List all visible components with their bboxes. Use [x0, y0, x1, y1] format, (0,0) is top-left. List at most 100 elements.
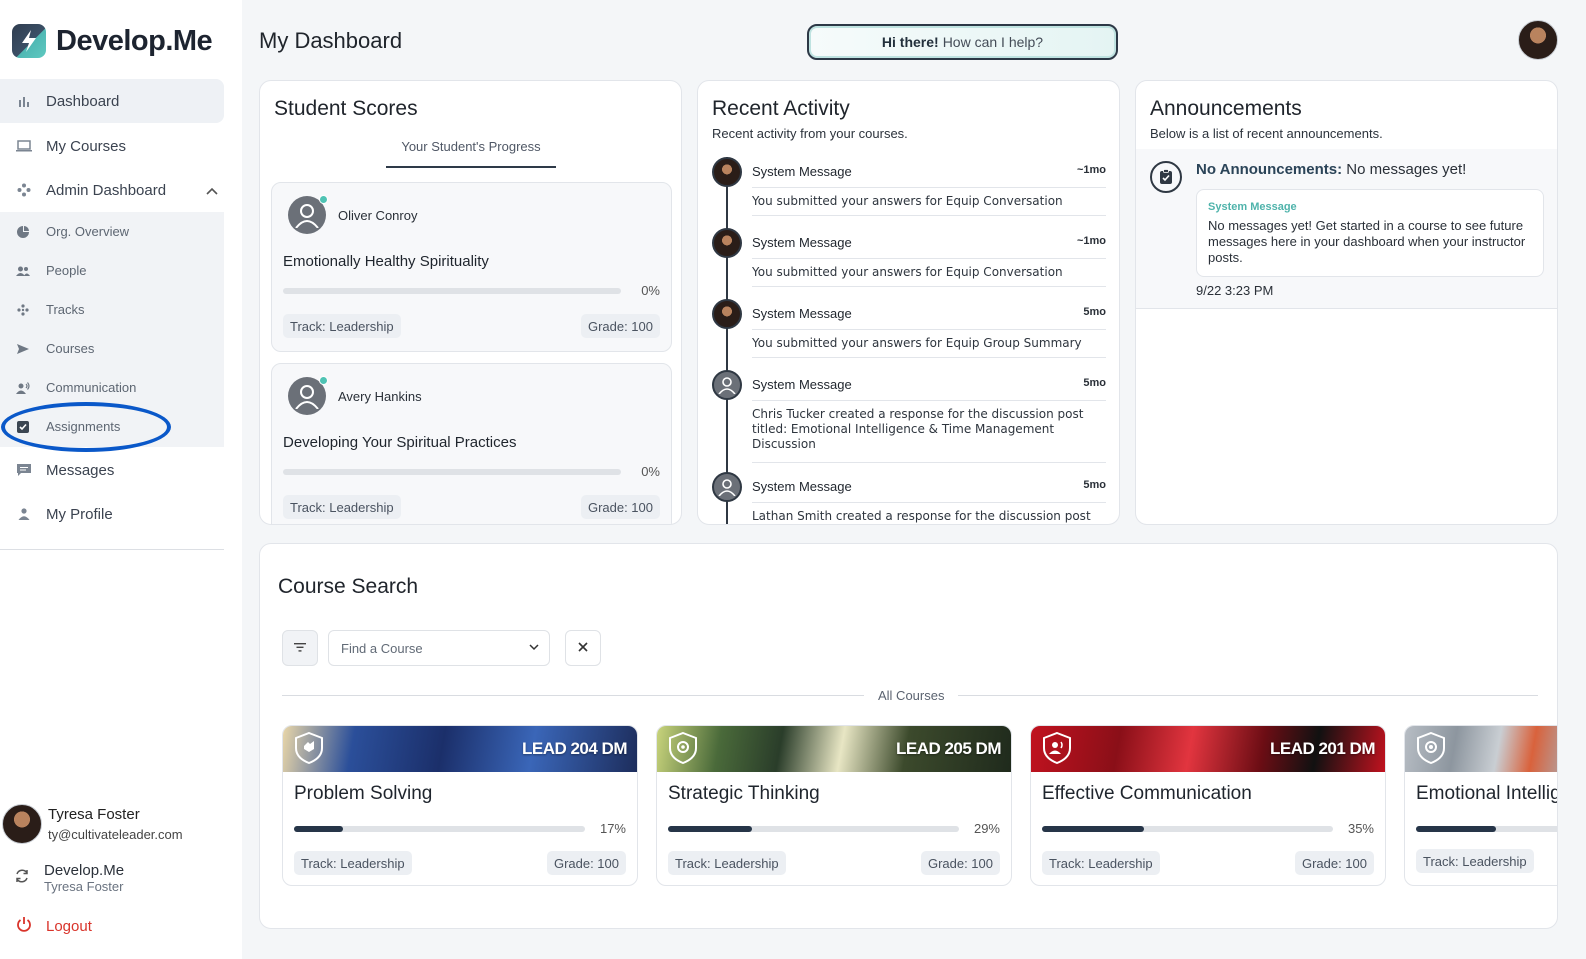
- progress-percent: 0%: [641, 464, 660, 479]
- sidebar-item-label: Messages: [46, 461, 115, 479]
- sidebar-item-org-overview[interactable]: Org. Overview: [0, 212, 224, 251]
- activity-text: You submitted your answers for Equip Con…: [752, 265, 1063, 279]
- student-name: Oliver Conroy: [338, 208, 418, 223]
- course-card[interactable]: LEAD 205 DM Strategic Thinking 29% Track…: [656, 725, 1012, 886]
- student-scores-card: Student Scores Your Student's Progress O…: [259, 80, 682, 525]
- card-title: Course Search: [278, 575, 419, 598]
- course-title: Emotional Intellige: [1416, 783, 1558, 804]
- sidebar-item-my-profile[interactable]: My Profile: [0, 492, 224, 536]
- help-assistant-button[interactable]: Hi there! How can I help?: [807, 24, 1118, 60]
- shield-badge-icon: [669, 731, 697, 765]
- sidebar-item-admin-dashboard[interactable]: Admin Dashboard: [0, 168, 224, 212]
- track-badge: Track: Leadership: [294, 851, 412, 875]
- divider: [752, 258, 1106, 259]
- help-greeting: Hi there!: [881, 34, 939, 50]
- find-course-select[interactable]: Find a Course: [328, 630, 550, 666]
- divider: [752, 286, 1106, 287]
- avatar: [712, 299, 742, 329]
- divider: [752, 215, 1106, 216]
- avatar: [288, 376, 328, 415]
- lightning-logo-icon: [12, 24, 46, 58]
- power-icon: [16, 916, 32, 936]
- activity-time: 5mo: [1083, 306, 1106, 318]
- student-card[interactable]: Avery Hankins Developing Your Spiritual …: [271, 363, 672, 524]
- people-icon: [16, 264, 30, 278]
- progress-fill: [668, 826, 753, 832]
- shield-badge-icon: [1043, 731, 1071, 765]
- sidebar: Develop.Me Dashboard My Courses Admin Da…: [0, 0, 242, 959]
- person-icon: [16, 506, 32, 522]
- brand-name: Develop.Me: [56, 24, 213, 57]
- divider: [752, 502, 1106, 503]
- course-card[interactable]: LEAD 204 DM Problem Solving 17% Track: L…: [282, 725, 638, 886]
- org-switcher[interactable]: Develop.Me Tyresa Foster: [14, 862, 124, 894]
- activity-sender: System Message: [752, 164, 852, 179]
- filter-button[interactable]: [282, 630, 318, 666]
- course-code: LEAD 204 DM: [521, 739, 628, 758]
- course-card[interactable]: Emotional Intellige Track: Leadership: [1404, 725, 1558, 886]
- track-badge: Track: Leadership: [1042, 851, 1160, 875]
- brand-logo[interactable]: Develop.Me: [12, 24, 213, 58]
- sidebar-item-messages[interactable]: Messages: [0, 448, 224, 492]
- sidebar-item-courses[interactable]: Courses: [0, 329, 224, 368]
- announcement-date: 9/22 3:23 PM: [1196, 283, 1274, 298]
- activity-text: You submitted your answers for Equip Gro…: [752, 336, 1082, 350]
- filter-icon: [294, 639, 306, 657]
- org-user: Tyresa Foster: [44, 879, 124, 894]
- logout-button[interactable]: Logout: [16, 916, 92, 936]
- course-search-card: Course Search Find a Course All Courses …: [259, 543, 1558, 929]
- activity-time: ~1mo: [1076, 235, 1106, 247]
- progress-bar: [294, 826, 585, 832]
- activity-text: Chris Tucker created a response for the …: [752, 407, 1084, 451]
- divider: [752, 400, 1106, 401]
- grade-badge: Grade: 100: [546, 851, 626, 875]
- progress-bar: [283, 288, 621, 294]
- chevron-down-icon: [529, 640, 539, 654]
- student-card[interactable]: Oliver Conroy Emotionally Healthy Spirit…: [271, 182, 672, 352]
- activity-time: 5mo: [1083, 377, 1106, 389]
- laptop-icon: [16, 138, 32, 154]
- close-icon: [578, 639, 588, 657]
- sidebar-item-communication[interactable]: Communication: [0, 368, 224, 407]
- clear-search-button[interactable]: [565, 630, 601, 666]
- sidebar-item-tracks[interactable]: Tracks: [0, 290, 224, 329]
- tracks-icon: [16, 303, 30, 317]
- sidebar-item-my-courses[interactable]: My Courses: [0, 124, 224, 168]
- announcement-message: System Message No messages yet! Get star…: [1196, 189, 1544, 277]
- grade-badge: Grade: 100: [580, 314, 660, 338]
- sidebar-item-dashboard[interactable]: Dashboard: [0, 79, 224, 123]
- sidebar-item-label: Dashboard: [46, 92, 120, 110]
- activity-time: ~1mo: [1076, 164, 1106, 176]
- progress-fill: [1042, 826, 1144, 832]
- track-badge: Track: Leadership: [283, 314, 401, 338]
- progress-fill: [294, 826, 344, 832]
- course-card[interactable]: LEAD 201 DM Effective Communication 35% …: [1030, 725, 1386, 886]
- announcement-heading: No Announcements: No messages yet!: [1196, 161, 1466, 178]
- progress-bar: [283, 469, 621, 475]
- grade-badge: Grade: 100: [1294, 851, 1374, 875]
- activity-text: You submitted your answers for Equip Con…: [752, 194, 1063, 208]
- divider: [752, 357, 1106, 358]
- progress-percent: 0%: [641, 283, 660, 298]
- divider: [752, 187, 1106, 188]
- sidebar-item-label: Communication: [46, 380, 137, 395]
- progress-percent: 29%: [973, 821, 1000, 836]
- message-icon: [16, 462, 32, 478]
- chevron-up-icon[interactable]: [206, 182, 218, 199]
- student-course: Developing Your Spiritual Practices: [283, 434, 517, 451]
- track-badge: Track: Leadership: [668, 851, 786, 875]
- shield-badge-icon: [1417, 731, 1445, 765]
- activity-text: Lathan Smith created a response for the …: [752, 509, 1091, 523]
- avatar: [712, 370, 742, 400]
- tab-students-progress[interactable]: Your Student's Progress: [386, 139, 556, 168]
- current-user[interactable]: Tyresa Foster ty@cultivateleader.com: [2, 804, 183, 844]
- announcement-heading-bold: No Announcements:: [1196, 161, 1343, 178]
- help-prompt: How can I help?: [942, 34, 1044, 50]
- org-name: Develop.Me: [44, 862, 125, 879]
- sidebar-item-people[interactable]: People: [0, 251, 224, 290]
- clipboard-check-icon: [1150, 161, 1182, 193]
- sidebar-item-label: Tracks: [46, 302, 85, 317]
- avatar[interactable]: [1518, 20, 1558, 60]
- divider-label: All Courses: [864, 688, 959, 703]
- progress-bar: [668, 826, 959, 832]
